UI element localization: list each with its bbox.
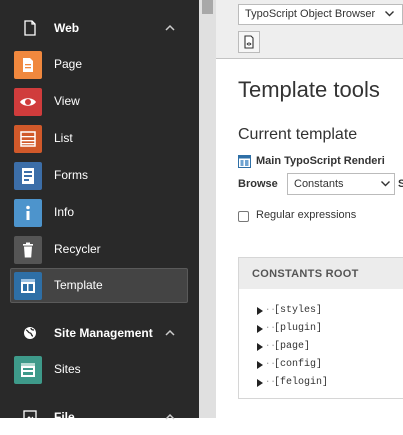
sidebar-scrollbar[interactable] xyxy=(199,0,216,418)
scrollbar-thumb[interactable] xyxy=(202,0,213,14)
module-content: TypoScript Object Browser Template tools… xyxy=(216,0,403,418)
template-record-icon xyxy=(238,155,251,168)
module-template-label: Template xyxy=(54,278,103,292)
sites-icon xyxy=(14,356,42,384)
view-page-button[interactable] xyxy=(238,31,260,53)
group-web[interactable]: Web xyxy=(0,10,199,46)
chevron-up-icon[interactable] xyxy=(164,22,176,34)
group-site-management[interactable]: Site Management xyxy=(0,315,199,351)
browse-label: Browse xyxy=(238,178,278,190)
function-select[interactable]: TypoScript Object Browser xyxy=(238,4,403,25)
search-label: S xyxy=(398,178,403,190)
regex-checkbox[interactable] xyxy=(238,211,249,222)
file-icon xyxy=(23,410,37,424)
module-page-label: Page xyxy=(54,57,83,71)
section-title: Current template xyxy=(238,126,358,143)
tree-node-label[interactable]: [config] xyxy=(274,359,322,370)
doc-header: TypoScript Object Browser xyxy=(216,0,403,59)
constants-root-header: CONSTANTS ROOT xyxy=(238,257,403,290)
module-list[interactable]: List xyxy=(10,121,188,156)
module-info[interactable]: Info xyxy=(10,195,188,230)
function-select-value: TypoScript Object Browser xyxy=(245,8,376,20)
module-info-label: Info xyxy=(54,205,75,219)
chevron-up-icon[interactable] xyxy=(164,327,176,339)
module-page[interactable]: Page xyxy=(10,47,188,82)
tree-node-label[interactable]: [page] xyxy=(274,341,310,352)
globe-icon xyxy=(24,327,36,339)
module-recycler-label: Recycler xyxy=(54,242,101,256)
template-icon xyxy=(14,272,42,300)
list-icon xyxy=(14,125,42,153)
module-menu: Web Page View List Forms Info Recycler T… xyxy=(0,0,199,424)
module-forms[interactable]: Forms xyxy=(10,158,188,193)
chevron-up-icon[interactable] xyxy=(164,411,176,423)
panel-title: CONSTANTS ROOT xyxy=(252,268,359,280)
group-site-management-label: Site Management xyxy=(54,326,153,340)
module-view-label: View xyxy=(54,94,80,108)
expand-icon[interactable] xyxy=(257,307,263,315)
page-icon xyxy=(24,20,36,36)
page-module-icon xyxy=(14,51,42,79)
module-recycler[interactable]: Recycler xyxy=(10,232,188,267)
group-file-label: File xyxy=(54,410,75,424)
module-sites-label: Sites xyxy=(54,362,81,376)
forms-icon xyxy=(14,162,42,190)
browse-select-value: Constants xyxy=(294,178,344,190)
view-page-icon xyxy=(244,35,254,49)
browse-select[interactable]: Constants xyxy=(287,173,395,195)
tree-node-label[interactable]: [felogin] xyxy=(274,377,328,388)
expand-icon[interactable] xyxy=(257,343,263,351)
regex-label[interactable]: Regular expressions xyxy=(256,209,356,221)
page-title: Template tools xyxy=(238,77,380,102)
tree-node-label[interactable]: [plugin] xyxy=(274,323,322,334)
module-template[interactable]: Template xyxy=(10,268,188,303)
expand-icon[interactable] xyxy=(257,325,263,333)
chevron-down-icon xyxy=(381,181,390,187)
template-name[interactable]: Main TypoScript Renderi xyxy=(256,155,385,167)
expand-icon[interactable] xyxy=(257,379,263,387)
constants-tree: ·· [styles] ·· [plugin] ·· [page] ·· [co… xyxy=(238,289,403,399)
group-web-label: Web xyxy=(54,21,80,35)
chevron-down-icon xyxy=(385,11,394,17)
trash-icon xyxy=(14,236,42,264)
expand-icon[interactable] xyxy=(257,361,263,369)
module-sites[interactable]: Sites xyxy=(10,352,188,387)
info-icon xyxy=(14,199,42,227)
module-list-label: List xyxy=(54,131,73,145)
group-file[interactable]: File xyxy=(0,399,199,435)
tree-node-label[interactable]: [styles] xyxy=(274,305,322,316)
module-forms-label: Forms xyxy=(54,168,88,182)
eye-icon xyxy=(14,88,42,116)
module-view[interactable]: View xyxy=(10,84,188,119)
